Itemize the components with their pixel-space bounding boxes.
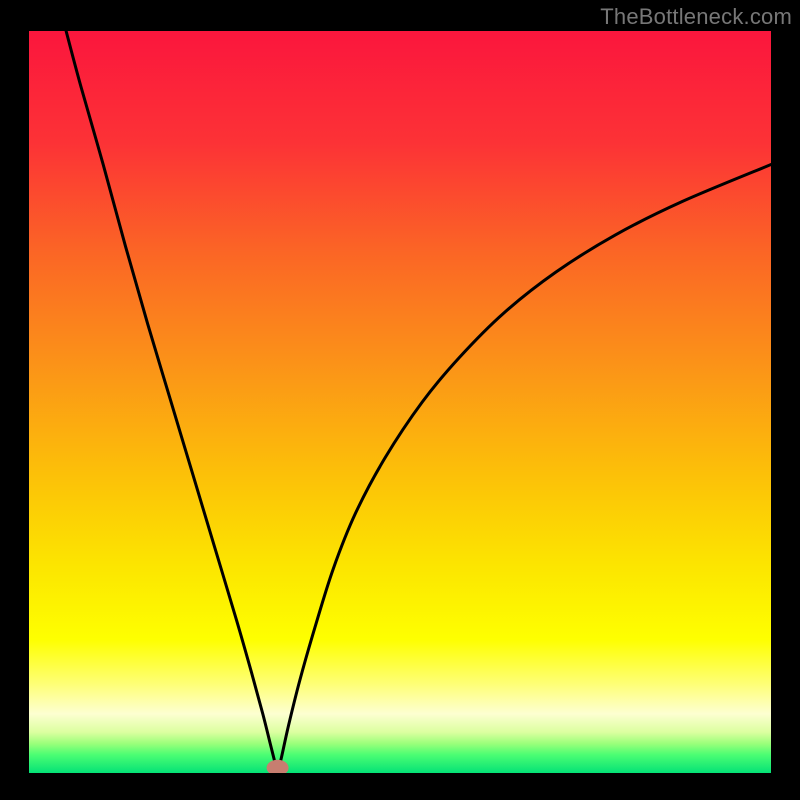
bottleneck-curve xyxy=(29,31,771,773)
plot-area xyxy=(29,31,771,773)
chart-frame: TheBottleneck.com xyxy=(0,0,800,800)
watermark-text: TheBottleneck.com xyxy=(600,4,792,30)
minimum-marker xyxy=(267,760,289,773)
